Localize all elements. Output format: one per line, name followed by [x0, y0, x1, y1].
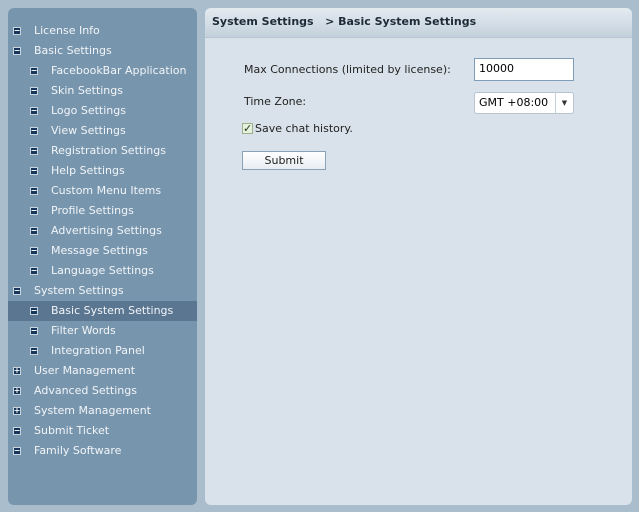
collapse-icon[interactable]: −: [30, 327, 38, 335]
time-zone-label: Time Zone:: [244, 95, 307, 108]
collapse-icon[interactable]: −: [13, 27, 21, 35]
sidebar-item-label: Basic Settings: [34, 44, 112, 57]
sidebar: − License Info − Basic Settings − FacebookBar…: [8, 8, 197, 505]
sidebar-item-submit-ticket[interactable]: − Submit Ticket: [8, 421, 197, 441]
expand-icon[interactable]: +: [13, 407, 21, 415]
sidebar-item-facebookbar-application[interactable]: − FacebookBar Application: [8, 61, 197, 81]
sidebar-item-view-settings[interactable]: − View Settings: [8, 121, 197, 141]
collapse-icon[interactable]: −: [30, 67, 38, 75]
sidebar-nav: − License Info − Basic Settings − FacebookBar…: [8, 21, 197, 461]
sidebar-item-system-settings[interactable]: − System Settings: [8, 281, 197, 301]
collapse-icon[interactable]: −: [13, 427, 21, 435]
sidebar-item-label: User Management: [34, 364, 136, 377]
sidebar-item-advanced-settings[interactable]: + Advanced Settings: [8, 381, 197, 401]
collapse-icon[interactable]: −: [13, 47, 21, 55]
sidebar-item-basic-system-settings[interactable]: − Basic System Settings: [8, 301, 197, 321]
sidebar-item-label: Custom Menu Items: [51, 184, 162, 197]
sidebar-item-label: Filter Words: [51, 324, 116, 337]
save-chat-history-label: Save chat history.: [255, 122, 353, 135]
sidebar-item-advertising-settings[interactable]: − Advertising Settings: [8, 221, 197, 241]
main-panel: System Settings > Basic System Settings …: [205, 8, 632, 505]
collapse-icon[interactable]: −: [30, 87, 38, 95]
sidebar-item-profile-settings[interactable]: − Profile Settings: [8, 201, 197, 221]
max-connections-input[interactable]: 10000: [474, 58, 574, 81]
collapse-icon[interactable]: −: [30, 167, 38, 175]
collapse-icon[interactable]: −: [30, 187, 38, 195]
sidebar-item-system-management[interactable]: + System Management: [8, 401, 197, 421]
expand-icon[interactable]: +: [13, 367, 21, 375]
sidebar-item-custom-menu-items[interactable]: − Custom Menu Items: [8, 181, 197, 201]
sidebar-item-label: Language Settings: [51, 264, 154, 277]
collapse-icon[interactable]: −: [13, 287, 21, 295]
sidebar-item-label: Skin Settings: [51, 84, 123, 97]
sidebar-item-label: License Info: [34, 24, 100, 37]
time-zone-select[interactable]: GMT +08:00 ▼: [474, 92, 574, 114]
collapse-icon[interactable]: −: [30, 107, 38, 115]
sidebar-item-label: Advanced Settings: [34, 384, 137, 397]
sidebar-item-skin-settings[interactable]: − Skin Settings: [8, 81, 197, 101]
collapse-icon[interactable]: −: [30, 147, 38, 155]
sidebar-item-integration-panel[interactable]: − Integration Panel: [8, 341, 197, 361]
sidebar-item-label: Integration Panel: [51, 344, 145, 357]
sidebar-item-label: View Settings: [51, 124, 126, 137]
max-connections-label: Max Connections (limited by license):: [244, 63, 451, 76]
sidebar-item-label: Registration Settings: [51, 144, 166, 157]
submit-button[interactable]: Submit: [242, 151, 326, 170]
sidebar-item-label: System Management: [34, 404, 151, 417]
collapse-icon[interactable]: −: [30, 127, 38, 135]
collapse-icon[interactable]: −: [30, 347, 38, 355]
sidebar-item-registration-settings[interactable]: − Registration Settings: [8, 141, 197, 161]
collapse-icon[interactable]: −: [30, 307, 38, 315]
collapse-icon[interactable]: −: [30, 227, 38, 235]
sidebar-item-label: Basic System Settings: [51, 304, 174, 317]
collapse-icon[interactable]: −: [30, 207, 38, 215]
sidebar-item-help-settings[interactable]: − Help Settings: [8, 161, 197, 181]
breadcrumb-section: System Settings: [212, 15, 314, 28]
breadcrumb-page: > Basic System Settings: [325, 15, 477, 28]
sidebar-item-filter-words[interactable]: − Filter Words: [8, 321, 197, 341]
breadcrumb: System Settings > Basic System Settings: [205, 8, 632, 38]
sidebar-item-message-settings[interactable]: − Message Settings: [8, 241, 197, 261]
sidebar-item-label: Profile Settings: [51, 204, 134, 217]
sidebar-item-license-info[interactable]: − License Info: [8, 21, 197, 41]
sidebar-item-label: Logo Settings: [51, 104, 126, 117]
sidebar-item-label: Submit Ticket: [34, 424, 110, 437]
sidebar-item-label: Family Software: [34, 444, 122, 457]
sidebar-item-family-software[interactable]: − Family Software: [8, 441, 197, 461]
expand-icon[interactable]: +: [13, 387, 21, 395]
chevron-down-icon[interactable]: ▼: [555, 93, 573, 113]
sidebar-item-label: Advertising Settings: [51, 224, 162, 237]
sidebar-item-label: Message Settings: [51, 244, 148, 257]
collapse-icon[interactable]: −: [30, 247, 38, 255]
save-chat-history-checkbox[interactable]: ✓: [242, 123, 253, 134]
sidebar-item-logo-settings[interactable]: − Logo Settings: [8, 101, 197, 121]
sidebar-item-language-settings[interactable]: − Language Settings: [8, 261, 197, 281]
sidebar-item-label: System Settings: [34, 284, 124, 297]
sidebar-item-label: FacebookBar Application: [51, 64, 187, 77]
collapse-icon[interactable]: −: [13, 447, 21, 455]
collapse-icon[interactable]: −: [30, 267, 38, 275]
sidebar-item-basic-settings[interactable]: − Basic Settings: [8, 41, 197, 61]
time-zone-value: GMT +08:00: [479, 96, 549, 109]
sidebar-item-user-management[interactable]: + User Management: [8, 361, 197, 381]
sidebar-item-label: Help Settings: [51, 164, 125, 177]
